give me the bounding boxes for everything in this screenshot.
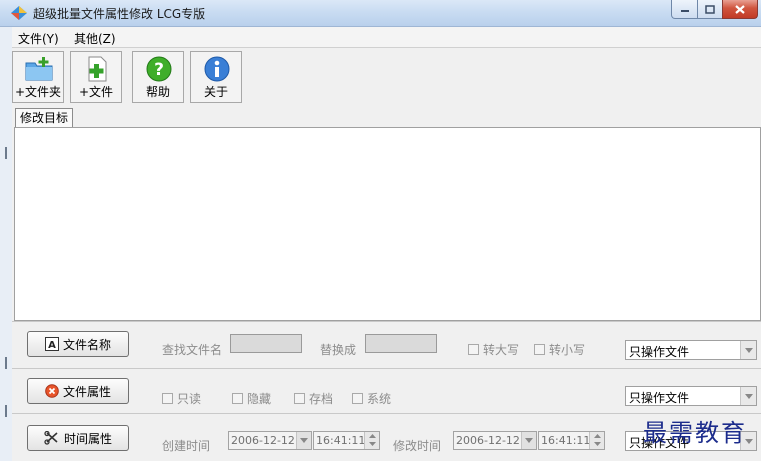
modified-date-value: 2006-12-12 bbox=[456, 434, 520, 447]
watermark: 最需教育 bbox=[643, 419, 747, 447]
checkbox-box bbox=[162, 393, 173, 404]
edge-mark bbox=[5, 357, 7, 369]
add-file-label: +文件 bbox=[78, 85, 114, 99]
maximize-icon bbox=[705, 4, 715, 14]
add-folder-icon bbox=[25, 57, 53, 81]
modified-date-picker[interactable]: 2006-12-12 bbox=[453, 431, 537, 450]
separator bbox=[12, 321, 761, 322]
tab-strip: 修改目标 bbox=[12, 106, 761, 128]
replace-input[interactable] bbox=[365, 334, 437, 353]
close-icon bbox=[735, 4, 745, 14]
svg-text:A: A bbox=[48, 340, 56, 351]
time-button-label: 时间属性 bbox=[63, 431, 112, 446]
modified-time-spinner[interactable]: 16:41:11 bbox=[538, 431, 605, 450]
help-icon: ? bbox=[146, 56, 172, 82]
edge-mark bbox=[5, 405, 7, 417]
minimize-icon bbox=[680, 10, 689, 12]
archive-label: 存档 bbox=[309, 392, 334, 406]
rename-icon: A bbox=[44, 337, 59, 351]
help-button[interactable]: ? 帮助 bbox=[132, 51, 184, 103]
svg-text:?: ? bbox=[154, 60, 164, 80]
created-date-picker[interactable]: 2006-12-12 bbox=[228, 431, 312, 450]
chevron-down-icon[interactable] bbox=[740, 387, 756, 405]
attributes-scope-select[interactable]: 只操作文件 bbox=[625, 386, 757, 406]
tab-modify-target[interactable]: 修改目标 bbox=[15, 108, 74, 127]
replace-label: 替换成 bbox=[320, 343, 357, 357]
target-file-list[interactable] bbox=[14, 127, 761, 321]
spinner-arrows-icon[interactable] bbox=[589, 432, 604, 449]
lowercase-checkbox[interactable]: 转小写 bbox=[534, 341, 585, 358]
time-button[interactable]: 时间属性 bbox=[27, 425, 129, 451]
readonly-label: 只读 bbox=[177, 392, 202, 406]
edge-mark bbox=[5, 147, 7, 159]
created-date-value: 2006-12-12 bbox=[231, 434, 295, 447]
about-button[interactable]: 关于 bbox=[190, 51, 242, 103]
chevron-down-icon[interactable] bbox=[740, 341, 756, 359]
filename-row: A 文件名称 查找文件名 替换成 转大写 转小写 只操作文件 bbox=[12, 323, 761, 367]
modified-time-value: 16:41:11 bbox=[541, 434, 591, 447]
filename-button-label: 文件名称 bbox=[62, 337, 111, 352]
add-file-icon bbox=[88, 56, 107, 82]
about-label: 关于 bbox=[203, 85, 228, 99]
readonly-checkbox[interactable]: 只读 bbox=[162, 390, 201, 407]
menu-bar: 文件(Y) 其他(Z) bbox=[12, 27, 761, 48]
lowercase-label: 转小写 bbox=[549, 343, 586, 357]
window-left-edge bbox=[0, 27, 12, 461]
add-folder-button[interactable]: +文件夹 bbox=[12, 51, 64, 103]
created-time-spinner[interactable]: 16:41:11 bbox=[313, 431, 380, 450]
help-label: 帮助 bbox=[145, 85, 170, 99]
maximize-button[interactable] bbox=[697, 0, 723, 19]
close-button[interactable] bbox=[722, 0, 758, 19]
chevron-down-icon[interactable] bbox=[296, 432, 311, 449]
attributes-button-label: 文件属性 bbox=[62, 384, 111, 399]
attributes-row: 文件属性 只读 隐藏 存档 系统 只操作文件 bbox=[12, 370, 761, 414]
menu-other[interactable]: 其他(Z) bbox=[74, 30, 116, 47]
system-label: 系统 bbox=[367, 392, 392, 406]
minimize-button[interactable] bbox=[671, 0, 698, 19]
uppercase-label: 转大写 bbox=[483, 343, 520, 357]
title-bar: 超级批量文件属性修改 LCG专版 bbox=[0, 0, 761, 27]
uppercase-checkbox[interactable]: 转大写 bbox=[468, 341, 519, 358]
archive-checkbox[interactable]: 存档 bbox=[294, 390, 333, 407]
attributes-button[interactable]: 文件属性 bbox=[27, 378, 129, 404]
add-folder-label: +文件夹 bbox=[14, 85, 62, 99]
toolbar: +文件夹 +文件 ? 帮助 关于 bbox=[12, 48, 761, 106]
info-icon bbox=[204, 56, 230, 82]
add-file-button[interactable]: +文件 bbox=[70, 51, 122, 103]
window-title: 超级批量文件属性修改 LCG专版 bbox=[33, 7, 206, 21]
app-logo-icon bbox=[11, 6, 27, 20]
created-time-label: 创建时间 bbox=[162, 439, 211, 453]
spinner-arrows-icon[interactable] bbox=[364, 432, 379, 449]
filename-button[interactable]: A 文件名称 bbox=[27, 331, 129, 357]
menu-file[interactable]: 文件(Y) bbox=[18, 30, 59, 47]
chevron-down-icon[interactable] bbox=[521, 432, 536, 449]
scissors-icon bbox=[44, 431, 58, 445]
system-checkbox[interactable]: 系统 bbox=[352, 390, 391, 407]
filename-scope-select[interactable]: 只操作文件 bbox=[625, 340, 757, 360]
hidden-label: 隐藏 bbox=[247, 392, 272, 406]
scope-value: 只操作文件 bbox=[629, 345, 690, 359]
checkbox-box bbox=[352, 393, 363, 404]
created-time-value: 16:41:11 bbox=[316, 434, 366, 447]
scope-value: 只操作文件 bbox=[629, 391, 690, 405]
checkbox-box bbox=[232, 393, 243, 404]
find-label: 查找文件名 bbox=[162, 343, 223, 357]
checkbox-box bbox=[294, 393, 305, 404]
find-input[interactable] bbox=[230, 334, 302, 353]
checkbox-box bbox=[468, 344, 479, 355]
checkbox-box bbox=[534, 344, 545, 355]
attributes-icon bbox=[45, 384, 59, 398]
modified-time-label: 修改时间 bbox=[393, 439, 442, 453]
hidden-checkbox[interactable]: 隐藏 bbox=[232, 390, 271, 407]
separator bbox=[12, 368, 761, 369]
